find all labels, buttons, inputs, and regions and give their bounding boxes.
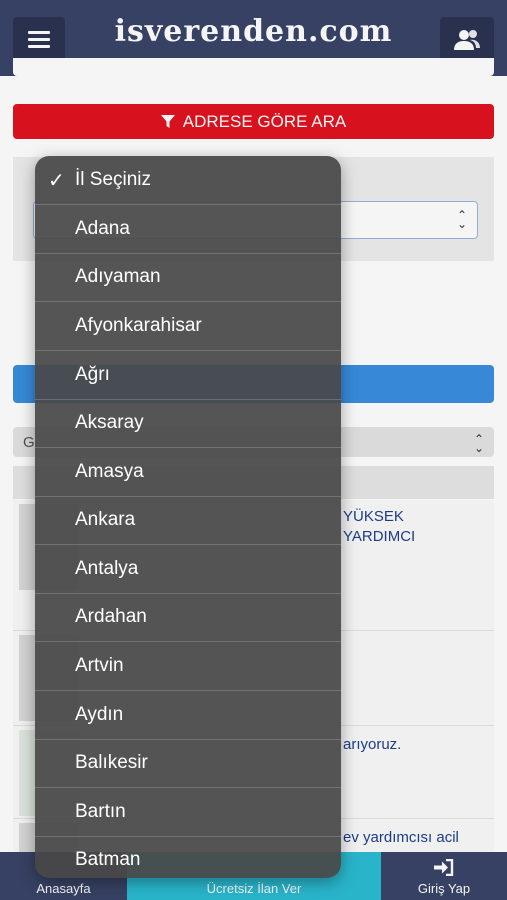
option-label: Amasya [75,461,144,482]
dropdown-option[interactable]: Aksaray [35,399,341,448]
select-caret-icon: ⌃ ⌄ [456,208,467,231]
dropdown-option[interactable]: Ardahan [35,593,341,642]
dropdown-option[interactable]: Bartın [35,788,341,837]
dropdown-option[interactable]: Afyonkarahisar [35,302,341,351]
dropdown-option[interactable]: Adana [35,205,341,254]
nav-home-label: Anasayfa [36,881,91,896]
dropdown-option[interactable]: Aydın [35,691,341,740]
option-label: Ankara [75,509,136,530]
dropdown-option[interactable]: Adıyaman [35,253,341,302]
option-label: Aksaray [75,412,144,433]
sort-caret-icon: ⌃ ⌄ [473,432,484,455]
option-label: Aydın [75,704,124,725]
listing-title-line: YARDIMCI [343,528,416,545]
listing-title-line: arıyoruz. [343,736,402,753]
option-label: Adıyaman [75,266,161,287]
option-label: Afyonkarahisar [75,315,202,336]
listing-title-line: YÜKSEK [343,508,404,525]
menu-button[interactable] [13,17,65,63]
listing-title-line: ev yardımcısı acil [343,829,459,846]
option-label: Antalya [75,558,139,579]
address-search-button[interactable]: ADRESE GÖRE ARA [13,104,494,139]
option-label: Ardahan [75,606,147,627]
user-button[interactable] [440,17,494,63]
option-label: Batman [75,849,141,870]
nav-post-label: Ücretsiz İlan Ver [206,881,302,896]
sort-select-text: G [23,434,35,451]
option-label: Ağrı [75,364,110,385]
hamburger-icon-line [28,45,50,48]
address-search-label: ADRESE GÖRE ARA [182,111,347,131]
sign-in-icon [434,859,454,876]
dropdown-option[interactable]: Ağrı [35,351,341,400]
hamburger-icon [28,31,50,34]
option-label: Balıkesir [75,752,148,773]
dropdown-option-selected[interactable]: ✓ İl Seçiniz [35,156,341,205]
dropdown-option[interactable]: Balıkesir [35,739,341,788]
nav-login-label: Giriş Yap [417,881,471,896]
option-label: Artvin [75,655,124,676]
funnel-icon [160,114,175,128]
users-icon [454,30,480,50]
nav-login[interactable]: Giriş Yap [381,852,507,900]
option-label: Bartın [75,801,126,822]
dropdown-option[interactable]: Antalya [35,545,341,594]
option-label: İl Seçiniz [75,169,152,190]
hamburger-icon-line [28,38,50,41]
option-label: Adana [75,218,130,239]
dropdown-option[interactable]: Batman [35,836,341,878]
dropdown-option[interactable]: Ankara [35,496,341,545]
dropdown-option[interactable]: Artvin [35,642,341,691]
province-dropdown[interactable]: ✓ İl Seçiniz Adana Adıyaman Afyonkarahis… [35,156,341,878]
checkmark-icon: ✓ [48,170,65,192]
brand-logo[interactable]: isverenden.com [80,14,427,49]
search-strip [13,58,494,76]
dropdown-option[interactable]: Amasya [35,448,341,497]
